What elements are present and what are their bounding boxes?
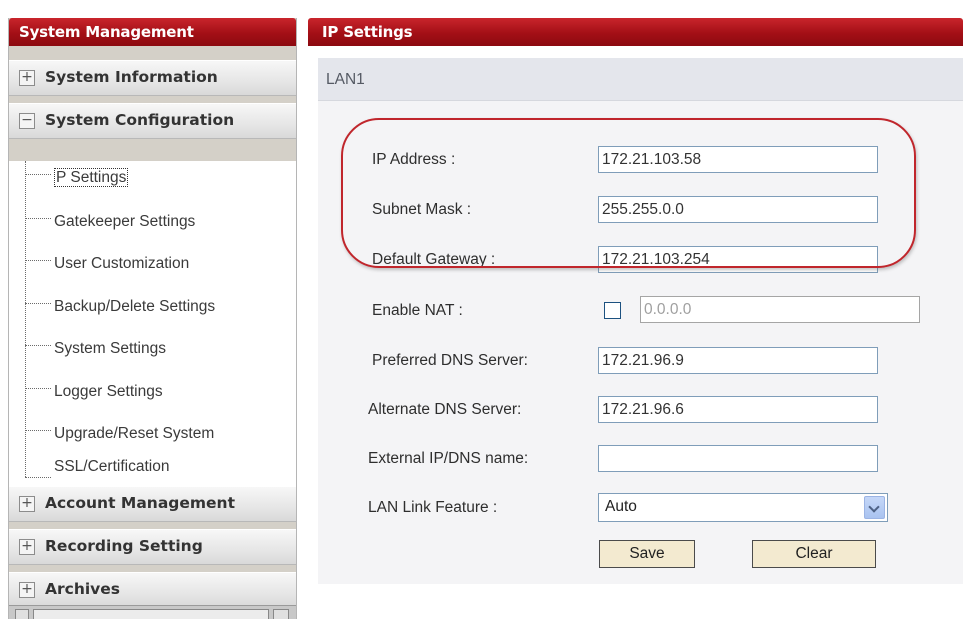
alternate-dns-input[interactable] [598, 396, 878, 423]
enable-nat-label: Enable NAT : [372, 302, 463, 319]
tree-branch-end [25, 477, 51, 478]
sidebar-item-logger-settings[interactable]: Logger Settings [25, 383, 163, 405]
sidebar-item-backup-delete-settings[interactable]: Backup/Delete Settings [25, 298, 215, 320]
plus-icon[interactable]: + [19, 496, 35, 512]
tree-branch [25, 430, 51, 432]
section-system-configuration[interactable]: − System Configuration [9, 103, 296, 139]
lan-link-select[interactable]: Auto [598, 493, 888, 522]
sidebar-item-system-settings[interactable]: System Settings [25, 340, 166, 362]
default-gateway-input[interactable] [598, 246, 878, 273]
minus-icon[interactable]: − [19, 113, 35, 129]
chevron-down-icon[interactable] [864, 496, 885, 519]
scroll-right-button[interactable] [273, 609, 289, 619]
external-ip-label: External IP/DNS name: [368, 450, 529, 467]
section-title-lan1: LAN1 [318, 58, 963, 101]
ip-settings-form: LAN1 IP Address : Subnet Mask : Default … [318, 58, 963, 584]
section-label: Recording Setting [45, 537, 203, 555]
nat-address-input[interactable] [640, 296, 920, 323]
sidebar-item-gatekeeper-settings[interactable]: Gatekeeper Settings [25, 213, 195, 235]
section-recording-setting[interactable]: + Recording Setting [9, 529, 296, 565]
section-label: Archives [45, 580, 121, 598]
sidebar-item-label: Gatekeeper Settings [54, 213, 196, 230]
sidebar-scrollbar[interactable] [9, 605, 296, 619]
plus-icon[interactable]: + [19, 70, 35, 86]
scroll-left-button[interactable] [15, 609, 29, 619]
page-title: IP Settings [308, 18, 963, 46]
tree-branch [25, 174, 51, 176]
section-account-management[interactable]: + Account Management [9, 486, 296, 522]
sidebar-item-label: Upgrade/Reset System [54, 425, 215, 442]
tree-branch [25, 303, 51, 305]
sidebar-item-label: System Settings [54, 340, 166, 357]
system-configuration-submenu: P Settings Gatekeeper Settings User Cust… [9, 161, 296, 486]
sidebar-item-label: P Settings [54, 168, 129, 187]
main-panel: IP Settings LAN1 IP Address : Subnet Mas… [308, 18, 963, 619]
lan-link-label: LAN Link Feature : [368, 499, 498, 516]
sidebar-item-ip-settings[interactable]: P Settings [25, 168, 129, 191]
tree-branch [25, 345, 51, 347]
lan-link-selected-value: Auto [605, 498, 637, 515]
section-label: System Information [45, 68, 218, 86]
enable-nat-checkbox[interactable] [604, 302, 621, 319]
section-label: System Configuration [45, 111, 235, 129]
clear-button[interactable]: Clear [752, 540, 876, 568]
sidebar-title: System Management [9, 18, 296, 46]
sidebar-item-user-customization[interactable]: User Customization [25, 255, 189, 277]
plus-icon[interactable]: + [19, 582, 35, 598]
default-gateway-label: Default Gateway : [372, 251, 496, 268]
section-archives[interactable]: + Archives [9, 572, 296, 608]
alternate-dns-label: Alternate DNS Server: [368, 401, 522, 418]
scroll-track[interactable] [33, 609, 269, 619]
save-button[interactable]: Save [599, 540, 695, 568]
sidebar-item-label: Logger Settings [54, 383, 163, 400]
sidebar-item-label: Backup/Delete Settings [54, 298, 216, 315]
external-ip-input[interactable] [598, 445, 878, 472]
preferred-dns-input[interactable] [598, 347, 878, 374]
tree-branch [25, 388, 51, 390]
tree-branch [25, 260, 51, 262]
ip-address-input[interactable] [598, 146, 878, 173]
sidebar-item-label: User Customization [54, 255, 190, 272]
section-system-information[interactable]: + System Information [9, 60, 296, 96]
tree-branch [25, 218, 51, 220]
section-label: Account Management [45, 494, 235, 512]
subnet-mask-label: Subnet Mask : [372, 201, 472, 218]
preferred-dns-label: Preferred DNS Server: [372, 352, 528, 369]
ip-address-label: IP Address : [372, 151, 456, 168]
sidebar: System Management + System Information −… [8, 18, 297, 619]
plus-icon[interactable]: + [19, 539, 35, 555]
sidebar-item-upgrade-reset-system[interactable]: Upgrade/Reset System [25, 425, 214, 447]
sidebar-item-label: SSL/Certification [54, 458, 170, 475]
subnet-mask-input[interactable] [598, 196, 878, 223]
